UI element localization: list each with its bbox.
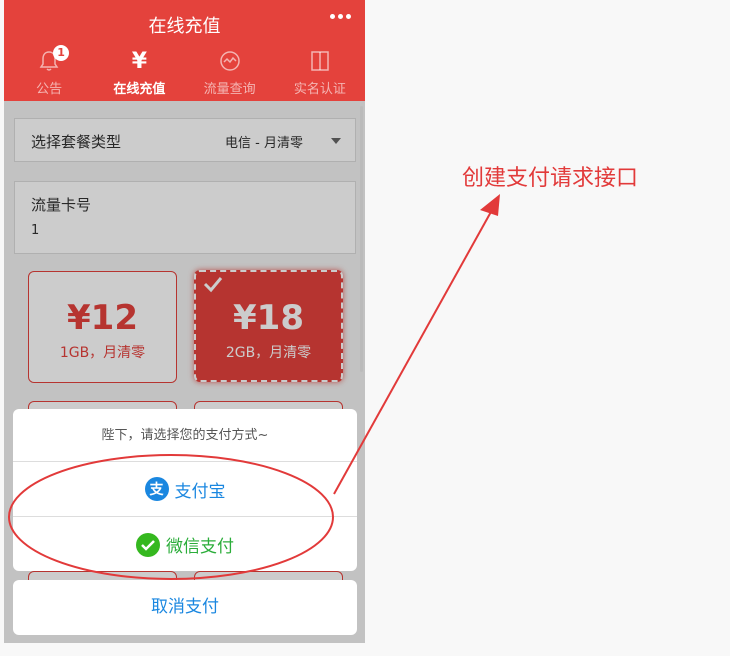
- payment-prompt: 陛下，请选择您的支付方式~: [13, 409, 357, 462]
- tab-usage-query[interactable]: 流量查询: [185, 48, 275, 100]
- top-bar: 在线充值 1 公告 ¥ 在线充值 流量查询 实名认证: [4, 0, 365, 101]
- payment-action-sheet: 陛下，请选择您的支付方式~ 支 支付宝 微信支付: [13, 409, 357, 571]
- tab-bar: 1 公告 ¥ 在线充值 流量查询 实名认证: [4, 45, 365, 100]
- screenshot-stage: 在线充值 1 公告 ¥ 在线充值 流量查询 实名认证 选择套餐类型 电信 - 月…: [0, 0, 730, 656]
- alipay-option[interactable]: 支 支付宝: [13, 462, 357, 517]
- tab-announcement[interactable]: 1 公告: [4, 45, 94, 100]
- annotation-text: 创建支付请求接口: [462, 166, 639, 191]
- wechat-pay-label: 微信支付: [166, 537, 234, 557]
- tab-label: 公告: [36, 82, 63, 97]
- cancel-payment-button[interactable]: 取消支付: [13, 580, 357, 635]
- tab-label: 在线充值: [113, 82, 166, 97]
- annotation-arrowhead: [480, 194, 500, 216]
- page-title: 在线充值: [148, 16, 221, 37]
- notification-badge: 1: [53, 45, 70, 61]
- tab-real-name[interactable]: 实名认证: [275, 48, 365, 100]
- alipay-icon: 支: [144, 477, 169, 501]
- wechat-icon: [136, 532, 160, 557]
- gauge-icon: [219, 48, 241, 74]
- scrollbar[interactable]: [360, 106, 363, 372]
- tab-recharge[interactable]: ¥ 在线充值: [94, 48, 184, 100]
- tab-label: 实名认证: [293, 82, 346, 97]
- yen-icon: ¥: [131, 48, 148, 74]
- more-menu-icon[interactable]: [330, 14, 351, 19]
- bell-icon: 1: [39, 45, 70, 74]
- alipay-label: 支付宝: [174, 481, 226, 502]
- book-icon: [310, 48, 330, 74]
- phone-screen: 在线充值 1 公告 ¥ 在线充值 流量查询 实名认证 选择套餐类型 电信 - 月…: [4, 0, 365, 643]
- tab-label: 流量查询: [203, 82, 256, 97]
- wechat-pay-option[interactable]: 微信支付: [13, 517, 357, 571]
